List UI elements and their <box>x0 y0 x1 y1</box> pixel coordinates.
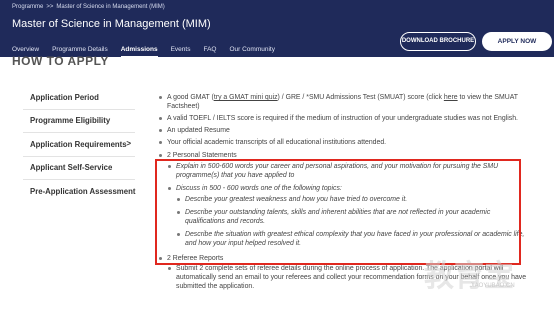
list-item-toefl: A valid TOEFL / IELTS score is required … <box>158 114 530 123</box>
personal-statements-label: 2 Personal Statements <box>167 152 237 159</box>
list-item-transcripts: Your official academic transcripts of al… <box>158 138 530 147</box>
topic-item: Describe your outstanding talents, skill… <box>176 208 530 226</box>
gmat-text: A good GMAT ( <box>167 94 214 101</box>
nav-events[interactable]: Events <box>171 46 191 53</box>
sidebar-item-label: Applicant Self-Service <box>30 163 113 173</box>
sidebar-item-pre-application-assessment[interactable]: Pre-Application Assessment <box>23 180 135 204</box>
breadcrumb-separator: >> <box>46 4 54 10</box>
sidebar-item-label: Programme Eligibility <box>30 116 111 126</box>
gmat-text-mid: ) / GRE / *SMU Admissions Test (SMUAT) s… <box>277 94 444 101</box>
topic-item: Describe the situation with greatest eth… <box>176 230 530 248</box>
download-brochure-button[interactable]: DOWNLOAD BROCHURE <box>400 32 476 51</box>
nav-overview[interactable]: Overview <box>12 46 39 53</box>
personal-statements-list: Explain in 500-600 words your career and… <box>167 162 530 248</box>
sidebar-item-application-period[interactable]: Application Period <box>23 86 135 110</box>
programme-nav: Overview Programme Details Admissions Ev… <box>12 46 288 58</box>
sidebar-item-application-requirements[interactable]: Application Requirements > <box>23 133 135 157</box>
referee-reports-label: 2 Referee Reports <box>167 255 224 262</box>
personal-statement-topics-intro: Discuss in 500 - 600 words one of the fo… <box>176 185 342 192</box>
list-item-personal-statements: 2 Personal Statements Explain in 500-600… <box>158 151 530 248</box>
sidebar-item-label: Application Period <box>30 92 99 102</box>
breadcrumb-current: Master of Science in Management (MIM) <box>56 4 165 10</box>
sidebar-item-applicant-self-service[interactable]: Applicant Self-Service <box>23 157 135 180</box>
requirements-content: A good GMAT (try a GMAT mini quiz) / GRE… <box>158 93 530 294</box>
personal-statement-item: Explain in 500-600 words your career and… <box>167 162 530 180</box>
smuat-factsheet-link[interactable]: here <box>444 94 458 101</box>
topics-list: Describe your greatest weakness and how … <box>176 195 530 248</box>
sidebar-item-label: Application Requirements <box>30 139 127 149</box>
sidebar: Application Period Programme Eligibility… <box>23 86 135 204</box>
nav-faq[interactable]: FAQ <box>203 46 216 53</box>
list-item-resume: An updated Resume <box>158 126 530 135</box>
watermark-url: JIAOYUBAO.CN <box>470 283 515 289</box>
nav-admissions[interactable]: Admissions <box>120 46 158 58</box>
personal-statement-item: Discuss in 500 - 600 words one of the fo… <box>167 184 530 248</box>
list-item-gmat: A good GMAT (try a GMAT mini quiz) / GRE… <box>158 93 530 111</box>
breadcrumb-programme[interactable]: Programme <box>12 4 43 10</box>
sidebar-item-label: Pre-Application Assessment <box>30 187 136 197</box>
topic-item: Describe your greatest weakness and how … <box>176 195 530 204</box>
nav-our-community[interactable]: Our Community <box>229 46 275 53</box>
requirements-list: A good GMAT (try a GMAT mini quiz) / GRE… <box>158 93 530 291</box>
chevron-right-icon: > <box>126 139 131 148</box>
programme-header: Programme >> Master of Science in Manageme… <box>0 0 554 58</box>
nav-programme-details[interactable]: Programme Details <box>52 46 108 53</box>
programme-title: Master of Science in Management (MIM) <box>12 18 211 30</box>
apply-now-button[interactable]: APPLY NOW <box>482 32 552 51</box>
section-heading: HOW TO APPLY <box>12 54 109 68</box>
breadcrumb: Programme >> Master of Science in Manageme… <box>12 4 165 10</box>
gmat-quiz-link[interactable]: try a GMAT mini quiz <box>214 94 278 101</box>
sidebar-item-programme-eligibility[interactable]: Programme Eligibility <box>23 110 135 133</box>
